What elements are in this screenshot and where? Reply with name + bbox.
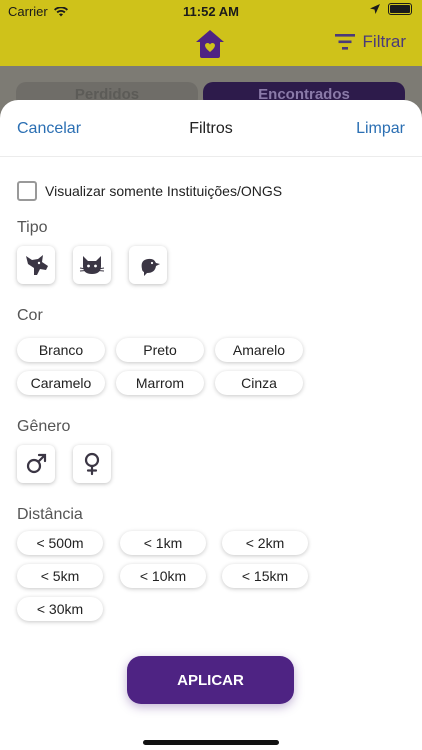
sheet-header: Cancelar Filtros Limpar xyxy=(0,100,422,157)
status-right xyxy=(370,3,412,15)
dog-icon xyxy=(26,255,48,275)
color-chip[interactable]: Amarelo xyxy=(215,338,303,362)
home-heart-logo-icon xyxy=(196,30,224,58)
bird-icon xyxy=(141,258,160,276)
type-dog-button[interactable] xyxy=(17,246,55,284)
distance-chip[interactable]: < 5km xyxy=(17,564,103,588)
status-bar: Carrier 11:52 AM xyxy=(0,0,422,22)
male-icon xyxy=(26,453,47,474)
type-bird-button[interactable] xyxy=(129,246,167,284)
section-cor-label: Cor xyxy=(17,307,43,324)
section-distancia-label: Distância xyxy=(17,506,83,523)
filter-label: Filtrar xyxy=(362,32,406,51)
clear-button[interactable]: Limpar xyxy=(356,120,405,138)
female-icon xyxy=(84,452,100,476)
distance-chip[interactable]: < 1km xyxy=(120,531,206,555)
battery-icon xyxy=(388,3,412,15)
distance-chip[interactable]: < 2km xyxy=(222,531,308,555)
home-indicator xyxy=(143,740,279,745)
location-arrow-icon xyxy=(370,4,380,14)
distance-chip[interactable]: < 10km xyxy=(120,564,206,588)
color-chip[interactable]: Cinza xyxy=(215,371,303,395)
gender-female-button[interactable] xyxy=(73,445,111,483)
filters-sheet: Cancelar Filtros Limpar Visualizar somen… xyxy=(0,100,422,750)
filter-funnel-icon xyxy=(334,34,355,50)
app-bar: Filtrar xyxy=(0,22,422,66)
distance-chip[interactable]: < 30km xyxy=(17,597,103,621)
institutions-only-checkbox[interactable] xyxy=(17,181,37,201)
color-chip[interactable]: Branco xyxy=(17,338,105,362)
section-genero-label: Gênero xyxy=(17,418,71,435)
gender-male-button[interactable] xyxy=(17,445,55,483)
color-chip[interactable]: Preto xyxy=(116,338,204,362)
cat-icon xyxy=(79,256,105,274)
institutions-only-row[interactable]: Visualizar somente Instituições/ONGS xyxy=(17,181,282,201)
color-chip[interactable]: Marrom xyxy=(116,371,204,395)
type-cat-button[interactable] xyxy=(73,246,111,284)
apply-button[interactable]: APLICAR xyxy=(127,656,294,704)
distance-chip[interactable]: < 500m xyxy=(17,531,103,555)
distance-chip[interactable]: < 15km xyxy=(222,564,308,588)
filter-button[interactable]: Filtrar xyxy=(334,32,406,52)
section-tipo-label: Tipo xyxy=(17,219,48,236)
color-chip[interactable]: Caramelo xyxy=(17,371,105,395)
institutions-only-label: Visualizar somente Instituições/ONGS xyxy=(45,183,283,199)
clock: 11:52 AM xyxy=(183,4,239,19)
